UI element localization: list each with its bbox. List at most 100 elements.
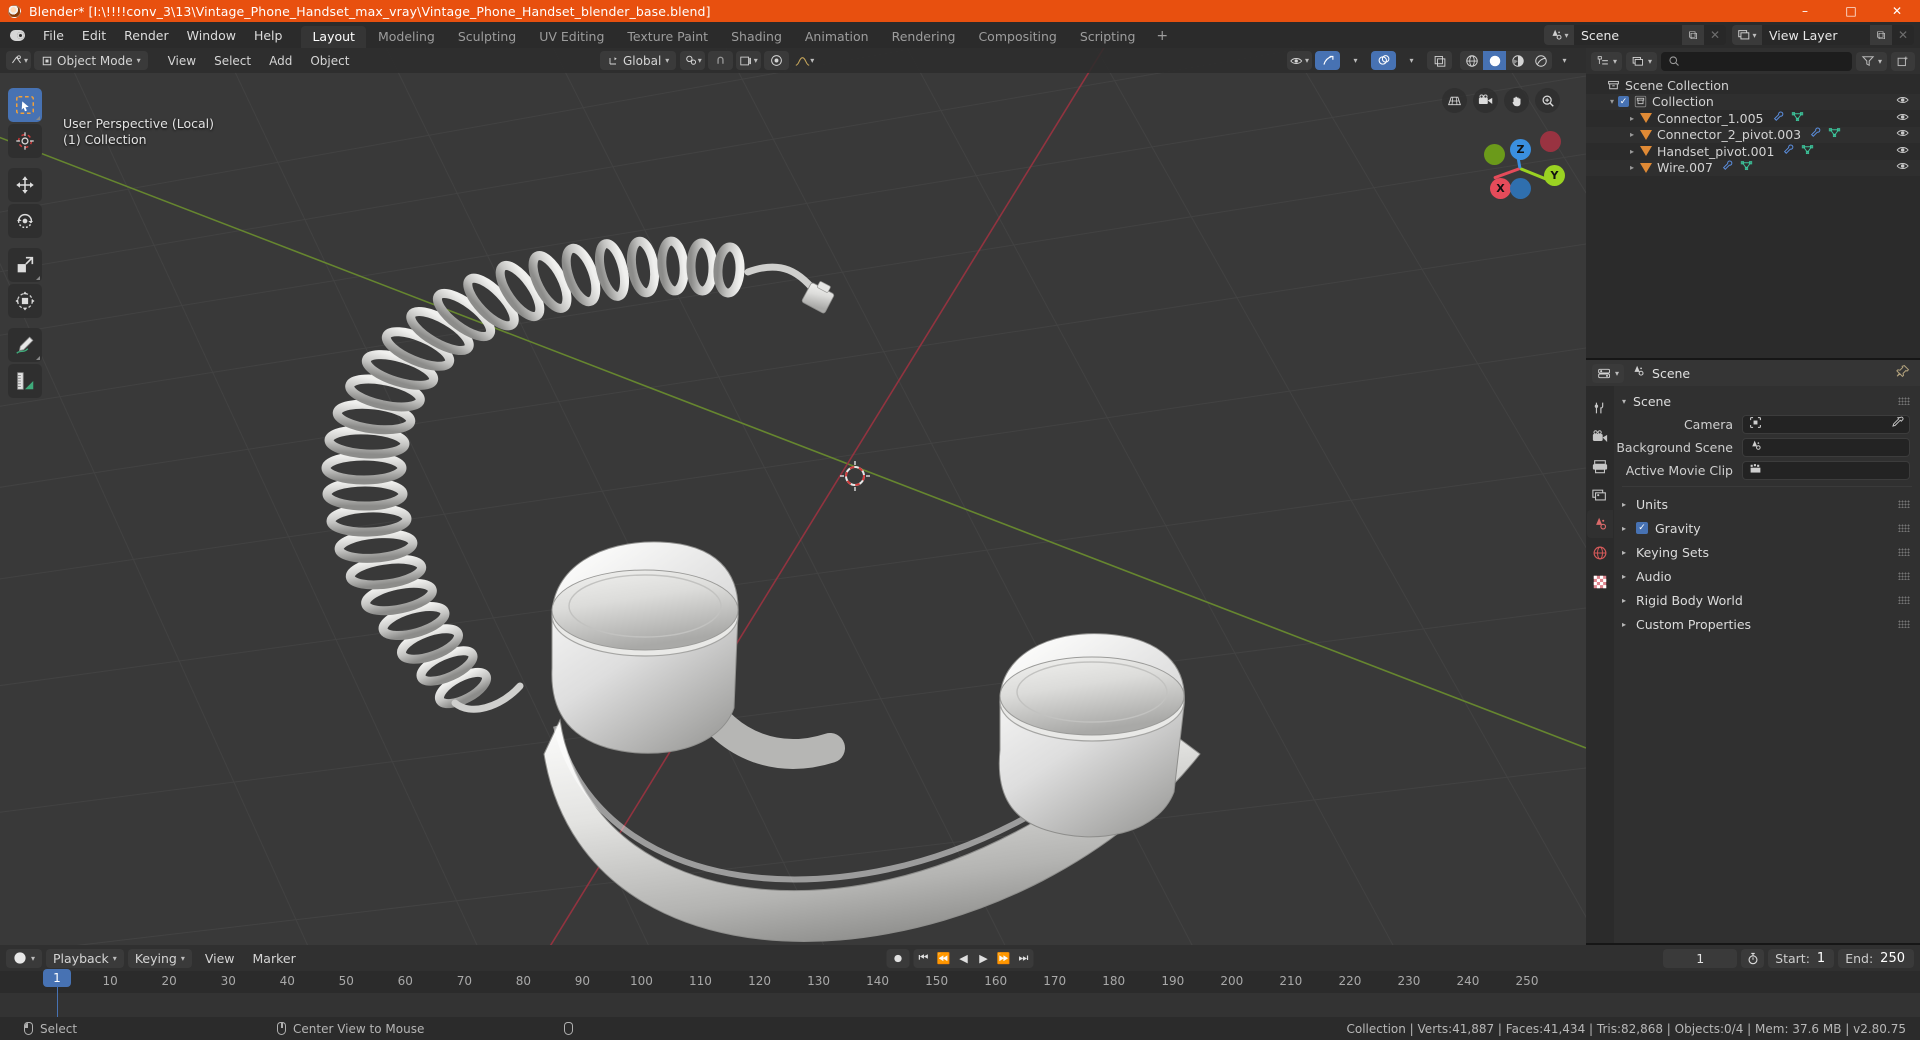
- proportional-falloff-selector[interactable]: ▾: [792, 51, 817, 70]
- gravity-checkbox[interactable]: ✓: [1636, 522, 1648, 534]
- snap-pivot-button[interactable]: ▾: [680, 51, 706, 70]
- tab-scripting[interactable]: Scripting: [1069, 26, 1147, 48]
- use-preview-range-button[interactable]: [1741, 948, 1765, 968]
- rotate-tool[interactable]: [8, 204, 42, 238]
- disclosure-triangle[interactable]: ▸: [1622, 572, 1636, 581]
- timeline-ruler[interactable]: 10 20 30 40 50 60 70 80 90 100 110 120 130 140 150 160 1…: [0, 971, 1920, 993]
- scene-selector[interactable]: ▾ Scene ⧉ ✕: [1544, 25, 1726, 45]
- disclosure-triangle[interactable]: ▾: [1622, 397, 1626, 406]
- transform-tool[interactable]: [8, 284, 42, 318]
- tab-animation[interactable]: Animation: [794, 26, 880, 48]
- properties-tab-texture[interactable]: [1587, 568, 1613, 596]
- properties-tab-tool[interactable]: [1587, 394, 1613, 422]
- modifier-icon[interactable]: [1722, 160, 1735, 175]
- properties-tab-render[interactable]: [1587, 423, 1613, 451]
- close-button[interactable]: ✕: [1874, 0, 1920, 22]
- measure-tool[interactable]: [8, 364, 42, 398]
- tab-uv-editing[interactable]: UV Editing: [528, 26, 615, 48]
- outliner-row-connector-1[interactable]: ▸ Connector_1.005: [1586, 110, 1920, 127]
- snap-target-selector[interactable]: ▾: [736, 51, 762, 70]
- view-layer-name[interactable]: View Layer: [1762, 28, 1870, 43]
- properties-panel-gravity[interactable]: ▸ ✓ Gravity: [1614, 516, 1920, 540]
- visibility-eye-icon[interactable]: [1896, 94, 1911, 109]
- gizmo-axis-neg-x[interactable]: [1540, 131, 1561, 152]
- outliner-display-mode-button[interactable]: ▾: [1626, 51, 1658, 71]
- tab-layout[interactable]: Layout: [301, 26, 366, 48]
- gizmo-options-dropdown[interactable]: ▾: [1343, 51, 1368, 70]
- hand-pan-icon[interactable]: [1504, 88, 1529, 113]
- properties-panel-custom-properties[interactable]: ▸ Custom Properties: [1614, 612, 1920, 636]
- move-tool[interactable]: [8, 168, 42, 202]
- active-movie-clip-field[interactable]: [1742, 461, 1910, 480]
- scene-name[interactable]: Scene: [1574, 28, 1682, 43]
- gizmo-axis-neg-z[interactable]: [1510, 178, 1531, 199]
- outliner-editor[interactable]: ▾ ▾ ▾ ▸: [1586, 48, 1920, 358]
- 3d-viewport[interactable]: ▾ Object Mode ▾ View Select Add Object G…: [0, 48, 1586, 945]
- menu-render[interactable]: Render: [115, 25, 178, 46]
- scene-icon[interactable]: ▾: [1544, 25, 1574, 45]
- visibility-eye-icon[interactable]: [1896, 160, 1911, 175]
- properties-panel-rigid-body-world[interactable]: ▸ Rigid Body World: [1614, 588, 1920, 612]
- properties-editor-type-button[interactable]: ▾: [1592, 363, 1625, 383]
- previous-keyframe-button[interactable]: ⏪: [934, 949, 954, 968]
- properties-tab-output[interactable]: [1587, 452, 1613, 480]
- timeline-editor[interactable]: ▾ Playback ▾ Keying ▾ View Marker ⏮ ⏪ ◀: [0, 945, 1920, 1017]
- viewport-menu-object[interactable]: Object: [303, 51, 356, 70]
- shading-options-dropdown[interactable]: ▾: [1552, 51, 1577, 70]
- timeline-track-area[interactable]: [0, 993, 1920, 1017]
- visibility-eye-icon[interactable]: [1896, 144, 1911, 159]
- outliner-filter-button[interactable]: ▾: [1855, 51, 1887, 71]
- modifier-icon[interactable]: [1810, 127, 1823, 142]
- visibility-eye-icon[interactable]: [1896, 127, 1911, 142]
- timeline-editor-type-button[interactable]: ▾: [6, 948, 43, 968]
- background-scene-field[interactable]: [1742, 438, 1910, 457]
- eyedropper-icon[interactable]: [1891, 416, 1904, 433]
- gizmo-axis-x[interactable]: X: [1490, 178, 1511, 199]
- outliner-row-scene-collection[interactable]: ▸ Scene Collection: [1586, 77, 1920, 94]
- tab-rendering[interactable]: Rendering: [881, 26, 967, 48]
- playback-menu[interactable]: Playback ▾: [46, 948, 124, 968]
- tab-shading[interactable]: Shading: [720, 26, 793, 48]
- disclosure-triangle[interactable]: ▸: [1626, 114, 1638, 123]
- overlay-options-dropdown[interactable]: ▾: [1399, 51, 1424, 70]
- outliner-editor-type-button[interactable]: ▾: [1591, 51, 1623, 71]
- annotate-tool[interactable]: [8, 328, 42, 362]
- menu-help[interactable]: Help: [245, 25, 292, 46]
- mode-selector[interactable]: Object Mode ▾: [34, 51, 148, 70]
- properties-tab-view-layer[interactable]: [1587, 481, 1613, 509]
- outliner-row-handset-pivot[interactable]: ▸ Handset_pivot.001: [1586, 143, 1920, 160]
- show-gizmo-toggle[interactable]: [1315, 51, 1340, 70]
- cursor-tool[interactable]: [8, 124, 42, 158]
- menu-window[interactable]: Window: [178, 25, 245, 46]
- disclosure-triangle[interactable]: ▸: [1622, 596, 1636, 605]
- disclosure-triangle[interactable]: ▸: [1626, 147, 1638, 156]
- disclosure-triangle[interactable]: ▸: [1622, 620, 1636, 629]
- outliner-row-collection[interactable]: ▾ ✓ Collection: [1586, 93, 1920, 110]
- play-reverse-button[interactable]: ◀: [954, 949, 974, 968]
- editor-type-button[interactable]: ▾: [6, 51, 31, 70]
- properties-tab-scene[interactable]: [1587, 510, 1613, 538]
- outliner-search-input[interactable]: [1661, 51, 1852, 71]
- navigation-gizmo[interactable]: Z Y X: [1480, 126, 1565, 210]
- new-view-layer-button[interactable]: ⧉: [1870, 25, 1892, 45]
- shading-wireframe-button[interactable]: [1460, 51, 1483, 70]
- next-keyframe-button[interactable]: ⏩: [994, 949, 1014, 968]
- menu-edit[interactable]: Edit: [73, 25, 115, 46]
- start-frame-field[interactable]: Start: 1: [1768, 948, 1835, 968]
- camera-view-icon[interactable]: [1473, 88, 1498, 113]
- transform-orientation-selector[interactable]: Global ▾: [600, 51, 677, 70]
- mesh-data-icon[interactable]: [1828, 127, 1841, 142]
- zoom-icon[interactable]: [1535, 88, 1560, 113]
- mesh-data-icon[interactable]: [1791, 111, 1804, 126]
- pin-icon[interactable]: [1896, 364, 1910, 382]
- mesh-data-icon[interactable]: [1740, 160, 1753, 175]
- tweak-select-tool[interactable]: [8, 88, 42, 122]
- proportional-editing-toggle[interactable]: [764, 51, 790, 70]
- properties-editor[interactable]: ▾ Scene ▾ Scene Camera Background Scene …: [1586, 360, 1920, 945]
- horizontal-divider-right[interactable]: [1586, 358, 1920, 360]
- snap-magnet-toggle[interactable]: [708, 51, 734, 70]
- add-workspace-button[interactable]: +: [1147, 24, 1177, 48]
- properties-panel-keying-sets[interactable]: ▸ Keying Sets: [1614, 540, 1920, 564]
- unlink-scene-button[interactable]: ✕: [1704, 25, 1726, 45]
- visibility-selector[interactable]: ▾: [1287, 51, 1312, 70]
